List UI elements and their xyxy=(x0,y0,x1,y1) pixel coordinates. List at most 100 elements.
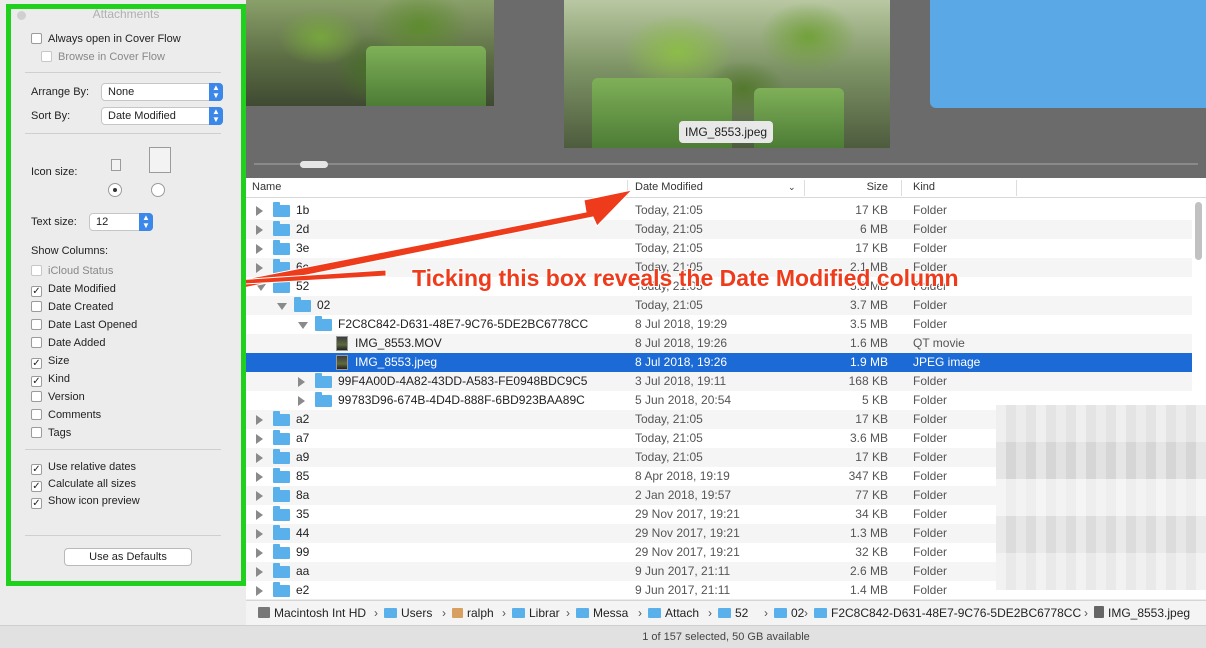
date-created-checkbox[interactable]: Date Created xyxy=(31,301,113,313)
file-name: 99 xyxy=(296,545,310,559)
path-item[interactable]: Macintosh Int HD xyxy=(258,601,366,625)
disclosure-open-icon[interactable] xyxy=(298,322,308,329)
date-last-opened-checkbox[interactable]: Date Last Opened xyxy=(31,319,137,331)
folder-icon xyxy=(273,525,290,540)
checkbox-icon[interactable] xyxy=(31,427,42,438)
checkbox-icon[interactable] xyxy=(31,409,42,420)
disclosure-closed-icon[interactable] xyxy=(256,263,263,273)
checkbox-icon xyxy=(31,265,42,276)
calculate-all-sizes-checkbox[interactable]: ✓ Calculate all sizes xyxy=(31,478,136,492)
path-item[interactable]: 02 xyxy=(774,601,804,625)
table-row[interactable]: 99F4A00D-4A82-43DD-A583-FE0948BDC9C5 3 Ju… xyxy=(246,372,1192,391)
folder-icon xyxy=(315,392,332,407)
checkbox-label: Kind xyxy=(48,373,71,385)
arrange-by-popup[interactable]: None ▲ ▼ xyxy=(101,83,223,101)
file-list[interactable]: Name Date Modified ⌄ Size Kind 1b Today, … xyxy=(246,178,1206,599)
vertical-scrollbar[interactable] xyxy=(1195,202,1202,260)
path-item[interactable]: ralph xyxy=(452,601,494,625)
checkmark-icon[interactable]: ✓ xyxy=(31,481,42,492)
file-name: IMG_8553.jpeg xyxy=(355,355,438,369)
table-row[interactable]: IMG_8553.MOV 8 Jul 2018, 19:26 1.6 MB QT mo… xyxy=(246,334,1192,353)
disclosure-closed-icon[interactable] xyxy=(256,586,263,596)
cover-flow-scroll-track[interactable] xyxy=(254,163,1198,165)
chevron-right-icon: › xyxy=(804,606,808,620)
checkbox-icon[interactable] xyxy=(31,391,42,402)
disclosure-closed-icon[interactable] xyxy=(256,567,263,577)
disclosure-closed-icon[interactable] xyxy=(256,225,263,235)
date-modified-checkbox[interactable]: ✓ Date Modified xyxy=(31,283,116,297)
disclosure-closed-icon[interactable] xyxy=(256,415,263,425)
disclosure-open-icon[interactable] xyxy=(277,303,287,310)
table-row[interactable]: 3e Today, 21:05 17 KB Folder xyxy=(246,239,1192,258)
cover-flow-preview[interactable] xyxy=(246,0,1206,178)
disclosure-closed-icon[interactable] xyxy=(256,434,263,444)
chevron-down-icon[interactable]: ⌄ xyxy=(788,178,796,198)
table-row[interactable]: 2d Today, 21:05 6 MB Folder xyxy=(246,220,1192,239)
column-header-name[interactable]: Name xyxy=(252,178,281,198)
size-checkbox[interactable]: ✓ Size xyxy=(31,355,69,369)
cover-flow-caption: IMG_8553.jpeg xyxy=(679,121,774,143)
icon-size-large-radio[interactable] xyxy=(151,183,165,197)
table-row[interactable]: F2C8C842-D631-48E7-9C76-5DE2BC6778CC 8 Ju… xyxy=(246,315,1192,334)
disclosure-closed-icon[interactable] xyxy=(256,548,263,558)
disclosure-closed-icon[interactable] xyxy=(298,396,305,406)
panel-title: Attachments xyxy=(92,7,160,21)
checkmark-icon[interactable]: ✓ xyxy=(31,376,42,387)
disclosure-closed-icon[interactable] xyxy=(256,529,263,539)
chevron-right-icon: › xyxy=(374,606,378,620)
kind-checkbox[interactable]: ✓ Kind xyxy=(31,373,70,387)
disclosure-closed-icon[interactable] xyxy=(298,377,305,387)
icon-size-small-radio[interactable] xyxy=(108,183,122,197)
sort-by-popup[interactable]: Date Modified ▲ ▼ xyxy=(101,107,223,125)
table-row[interactable]: 1b Today, 21:05 17 KB Folder xyxy=(246,201,1192,220)
cover-flow-item-right[interactable] xyxy=(930,0,1206,108)
path-item-label: Macintosh Int HD xyxy=(274,606,367,620)
column-header-date-modified[interactable]: Date Modified xyxy=(635,178,703,198)
folder-icon xyxy=(576,608,589,618)
table-row[interactable]: 02 Today, 21:05 3.7 MB Folder xyxy=(246,296,1192,315)
checkbox-icon[interactable] xyxy=(31,301,42,312)
disclosure-closed-icon[interactable] xyxy=(256,491,263,501)
tags-checkbox[interactable]: Tags xyxy=(31,427,71,439)
date-modified-cell: 8 Jul 2018, 19:26 xyxy=(635,355,728,369)
chevron-right-icon: › xyxy=(502,606,506,620)
use-as-defaults-button[interactable]: Use as Defaults xyxy=(64,548,192,566)
cover-flow-item-left[interactable] xyxy=(246,0,494,106)
size-cell: 34 KB xyxy=(855,507,888,521)
size-cell: 1.6 MB xyxy=(849,336,888,350)
column-header-size[interactable]: Size xyxy=(806,178,888,198)
path-item[interactable]: Messa xyxy=(576,601,628,625)
path-item[interactable]: Librar xyxy=(512,601,560,625)
path-item[interactable]: Users xyxy=(384,601,432,625)
column-header-kind[interactable]: Kind xyxy=(913,178,935,198)
checkbox-icon[interactable] xyxy=(31,33,42,44)
checkmark-icon[interactable]: ✓ xyxy=(31,358,42,369)
checkmark-icon[interactable]: ✓ xyxy=(31,286,42,297)
file-name: 1b xyxy=(296,203,310,217)
path-item[interactable]: Attach xyxy=(648,601,699,625)
checkbox-icon[interactable] xyxy=(31,319,42,330)
disclosure-open-icon[interactable] xyxy=(256,284,266,291)
always-cover-flow-checkbox[interactable]: Always open in Cover Flow xyxy=(31,33,181,45)
file-name: 02 xyxy=(317,298,331,312)
table-row[interactable]: IMG_8553.jpeg 8 Jul 2018, 19:26 1.9 MB JPEG… xyxy=(246,353,1192,372)
use-relative-dates-checkbox[interactable]: ✓ Use relative dates xyxy=(31,461,136,475)
text-size-popup[interactable]: 12 ▲ ▼ xyxy=(89,213,153,231)
comments-checkbox[interactable]: Comments xyxy=(31,409,101,421)
checkmark-icon[interactable]: ✓ xyxy=(31,464,42,475)
path-item[interactable]: 52 xyxy=(718,601,748,625)
show-icon-preview-checkbox[interactable]: ✓ Show icon preview xyxy=(31,495,140,509)
disclosure-closed-icon[interactable] xyxy=(256,244,263,254)
disclosure-closed-icon[interactable] xyxy=(256,206,263,216)
date-added-checkbox[interactable]: Date Added xyxy=(31,337,106,349)
path-item[interactable]: IMG_8553.jpeg xyxy=(1094,601,1190,625)
version-checkbox[interactable]: Version xyxy=(31,391,85,403)
cover-flow-scroll-thumb[interactable] xyxy=(300,161,328,168)
checkmark-icon[interactable]: ✓ xyxy=(31,498,42,509)
date-modified-cell: Today, 21:05 xyxy=(635,203,703,217)
checkbox-icon[interactable] xyxy=(31,337,42,348)
disclosure-closed-icon[interactable] xyxy=(256,472,263,482)
disclosure-closed-icon[interactable] xyxy=(256,453,263,463)
disclosure-closed-icon[interactable] xyxy=(256,510,263,520)
path-item[interactable]: F2C8C842-D631-48E7-9C76-5DE2BC6778CC xyxy=(814,601,1081,625)
